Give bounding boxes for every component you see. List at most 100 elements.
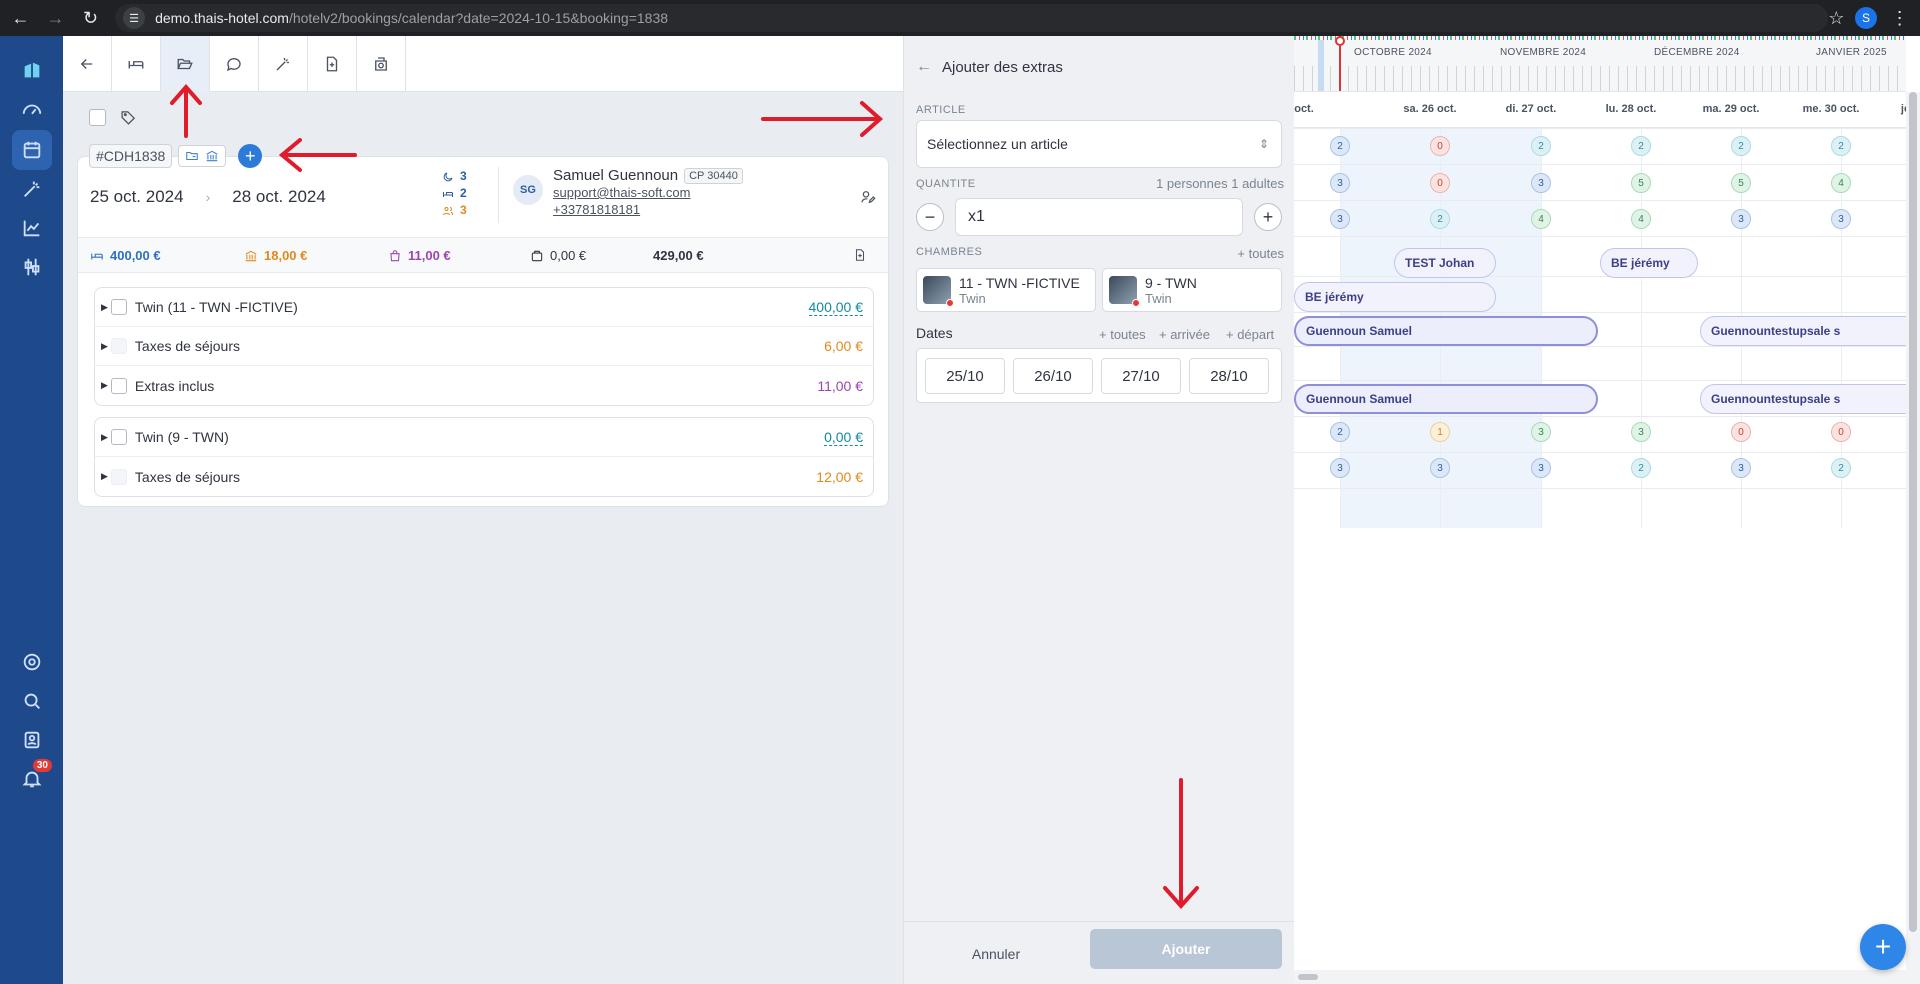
- cancel-button[interactable]: Annuler: [946, 938, 1046, 970]
- back-icon[interactable]: ←: [6, 3, 35, 33]
- availability-badge[interactable]: 2: [1831, 136, 1851, 156]
- availability-badge[interactable]: 3: [1430, 458, 1450, 478]
- hotel-logo-icon[interactable]: [12, 50, 52, 90]
- quantity-input[interactable]: x1: [955, 198, 1243, 236]
- folio-line[interactable]: ▶ Taxes de séjours 6,00 €: [95, 327, 873, 366]
- booking-reference[interactable]: #CDH1838: [89, 144, 173, 168]
- settings-sliders-icon[interactable]: [12, 247, 52, 287]
- browser-menu-icon[interactable]: ⋮: [1891, 8, 1910, 29]
- availability-badge[interactable]: 3: [1330, 173, 1350, 193]
- availability-badge[interactable]: 4: [1631, 209, 1651, 229]
- expand-caret-icon[interactable]: ▶: [101, 432, 108, 443]
- dates-select-arrival[interactable]: + arrivée: [1159, 327, 1210, 342]
- documents-tab[interactable]: [308, 36, 357, 92]
- availability-badge[interactable]: 4: [1831, 173, 1851, 193]
- availability-badge[interactable]: 3: [1831, 209, 1851, 229]
- room-option[interactable]: 11 - TWN -FICTIVE Twin: [916, 268, 1096, 312]
- availability-badge[interactable]: 3: [1631, 422, 1651, 442]
- decrease-quantity-button[interactable]: −: [916, 203, 944, 231]
- vertical-scrollbar[interactable]: [1906, 92, 1920, 984]
- guest-email-link[interactable]: support@thais-soft.com: [553, 184, 743, 201]
- availability-badge[interactable]: 0: [1430, 173, 1450, 193]
- history-tab[interactable]: [357, 36, 406, 92]
- availability-badge[interactable]: 3: [1731, 209, 1751, 229]
- site-info-icon[interactable]: ☰: [123, 7, 146, 29]
- line-amount[interactable]: 0,00 €: [824, 429, 863, 446]
- increase-quantity-button[interactable]: +: [1254, 203, 1282, 231]
- availability-badge[interactable]: 0: [1430, 136, 1450, 156]
- horizontal-scrollbar[interactable]: [1294, 970, 1906, 984]
- date-option[interactable]: 25/10: [925, 358, 1005, 394]
- expand-caret-icon[interactable]: ▶: [101, 302, 108, 313]
- back-arrow-icon[interactable]: ←: [916, 58, 932, 76]
- booking-bar[interactable]: Guennountestupsale s: [1700, 384, 1920, 414]
- availability-badge[interactable]: 0: [1731, 422, 1751, 442]
- availability-badge[interactable]: 1: [1430, 422, 1450, 442]
- booking-bar[interactable]: TEST Johan: [1394, 248, 1496, 278]
- rooms-tab[interactable]: [112, 36, 161, 92]
- close-booking-button[interactable]: [63, 36, 112, 92]
- availability-badge[interactable]: 5: [1631, 173, 1651, 193]
- messages-tab[interactable]: [210, 36, 259, 92]
- scrollbar-thumb[interactable]: [1909, 92, 1917, 932]
- room-option[interactable]: 9 - TWN Twin: [1102, 268, 1282, 312]
- availability-badge[interactable]: 2: [1430, 209, 1450, 229]
- date-option[interactable]: 28/10: [1189, 358, 1269, 394]
- invoice-add-icon[interactable]: [853, 248, 867, 262]
- availability-badge[interactable]: 3: [1531, 458, 1551, 478]
- month-timeline[interactable]: OCTOBRE 2024 NOVEMBRE 2024 DÉCEMBRE 2024…: [1294, 36, 1906, 92]
- expand-caret-icon[interactable]: ▶: [101, 380, 108, 391]
- article-select[interactable]: Sélectionnez un article ⇕: [916, 120, 1282, 168]
- contacts-icon[interactable]: [12, 720, 52, 760]
- notifications-bell-icon[interactable]: 30: [12, 759, 52, 799]
- line-checkbox[interactable]: [110, 377, 127, 394]
- availability-badge[interactable]: 4: [1531, 209, 1551, 229]
- availability-badge[interactable]: 2: [1831, 458, 1851, 478]
- scrollbar-thumb[interactable]: [1298, 974, 1318, 980]
- dashboard-icon[interactable]: [12, 91, 52, 131]
- add-button[interactable]: +: [238, 144, 263, 168]
- bank-icon[interactable]: [205, 149, 219, 163]
- booking-bar[interactable]: Guennountestupsale s: [1700, 316, 1920, 346]
- support-icon[interactable]: [12, 642, 52, 682]
- availability-badge[interactable]: 5: [1731, 173, 1751, 193]
- availability-badge[interactable]: 2: [1731, 136, 1751, 156]
- folio-line[interactable]: ▶ Taxes de séjours 12,00 €: [95, 457, 873, 496]
- edit-guest-button[interactable]: [860, 189, 876, 210]
- rooms-select-all[interactable]: + toutes: [1237, 246, 1284, 261]
- select-all-checkbox[interactable]: [89, 109, 106, 126]
- magic-wand-icon[interactable]: [12, 169, 52, 209]
- forward-icon[interactable]: →: [41, 3, 70, 33]
- guest-name[interactable]: Samuel Guennoun: [553, 167, 678, 184]
- booking-bar[interactable]: BE jérémy: [1294, 282, 1496, 312]
- availability-badge[interactable]: 2: [1330, 422, 1350, 442]
- today-marker-handle[interactable]: [1335, 36, 1345, 46]
- guest-phone-link[interactable]: +33781818181: [553, 201, 743, 218]
- line-checkbox[interactable]: [110, 299, 127, 315]
- profile-avatar[interactable]: S: [1855, 7, 1877, 29]
- folio-line[interactable]: ▶ Twin (9 - TWN) 0,00 €: [95, 418, 873, 457]
- availability-badge[interactable]: 3: [1731, 458, 1751, 478]
- booking-bar[interactable]: Guennoun Samuel: [1294, 316, 1598, 346]
- availability-badge[interactable]: 3: [1330, 209, 1350, 229]
- dates-select-departure[interactable]: + départ: [1226, 327, 1274, 342]
- availability-badge[interactable]: 2: [1631, 458, 1651, 478]
- expand-caret-icon[interactable]: ▶: [101, 471, 108, 482]
- availability-badge[interactable]: 2: [1631, 136, 1651, 156]
- expand-caret-icon[interactable]: ▶: [101, 341, 108, 352]
- bookmark-star-icon[interactable]: ☆: [1828, 8, 1855, 29]
- address-bar[interactable]: ☰ demo.thais-hotel.com/hotelv2/bookings/…: [115, 4, 1829, 32]
- folio-line[interactable]: ▶ Extras inclus 11,00 €: [95, 366, 873, 405]
- availability-badge[interactable]: 3: [1330, 458, 1350, 478]
- line-amount[interactable]: 400,00 €: [808, 299, 863, 316]
- line-checkbox[interactable]: [110, 429, 127, 445]
- calendar-icon[interactable]: [12, 130, 52, 170]
- dates-select-all[interactable]: + toutes: [1099, 327, 1146, 342]
- availability-badge[interactable]: 0: [1831, 422, 1851, 442]
- folio-line[interactable]: ▶ Twin (11 - TWN -FICTIVE) 400,00 €: [95, 288, 873, 327]
- availability-badge[interactable]: 3: [1531, 173, 1551, 193]
- date-option[interactable]: 26/10: [1013, 358, 1093, 394]
- tag-icon[interactable]: [120, 109, 137, 126]
- add-booking-fab[interactable]: +: [1860, 924, 1906, 970]
- upsell-tab[interactable]: [259, 36, 308, 92]
